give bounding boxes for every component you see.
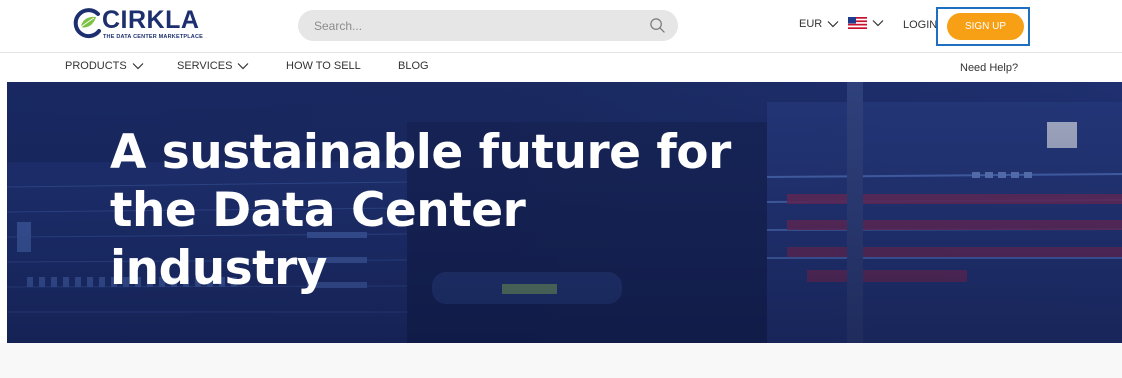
us-flag-icon — [848, 17, 867, 29]
nav-item-products[interactable]: PRODUCTS — [65, 60, 144, 72]
search-bar — [298, 10, 678, 41]
nav-item-blog[interactable]: BLOG — [398, 60, 429, 72]
hero-heading-line: the Data Center — [110, 183, 526, 238]
chevron-down-icon — [132, 63, 144, 70]
language-selector[interactable] — [848, 17, 884, 29]
search-input[interactable] — [298, 10, 678, 41]
top-header: CIRKLA THE DATA CENTER MARKETPLACE EUR L… — [0, 0, 1122, 53]
page-content-area — [0, 343, 1122, 378]
nav-item-label: PRODUCTS — [65, 60, 127, 72]
main-nav: PRODUCTS SERVICES HOW TO SELL BLOG Need … — [0, 54, 1122, 82]
logo-mark-icon — [73, 8, 101, 39]
search-icon[interactable] — [649, 17, 666, 34]
chevron-down-icon — [872, 20, 884, 27]
hero-heading-line: industry — [110, 241, 327, 296]
chevron-down-icon — [827, 21, 839, 28]
need-help-link[interactable]: Need Help? — [960, 62, 1018, 74]
nav-item-label: BLOG — [398, 60, 429, 72]
cirkla-logo[interactable]: CIRKLA THE DATA CENTER MARKETPLACE — [72, 5, 212, 45]
sign-up-button[interactable]: SIGN UP — [947, 13, 1024, 40]
logo-wordmark: CIRKLA — [102, 6, 200, 34]
nav-item-services[interactable]: SERVICES — [177, 60, 249, 72]
nav-item-label: HOW TO SELL — [286, 60, 361, 72]
login-link[interactable]: LOGIN — [903, 19, 937, 31]
nav-item-how-to-sell[interactable]: HOW TO SELL — [286, 60, 361, 72]
hero-banner: A sustainable future for the Data Center… — [7, 82, 1122, 343]
currency-label: EUR — [799, 18, 823, 30]
hero-heading-line: A sustainable future for — [110, 125, 731, 180]
currency-selector[interactable]: EUR — [799, 18, 839, 30]
hero-heading: A sustainable future for the Data Center… — [110, 124, 731, 298]
logo-tagline: THE DATA CENTER MARKETPLACE — [103, 34, 204, 40]
nav-item-label: SERVICES — [177, 60, 233, 72]
chevron-down-icon — [238, 63, 249, 70]
